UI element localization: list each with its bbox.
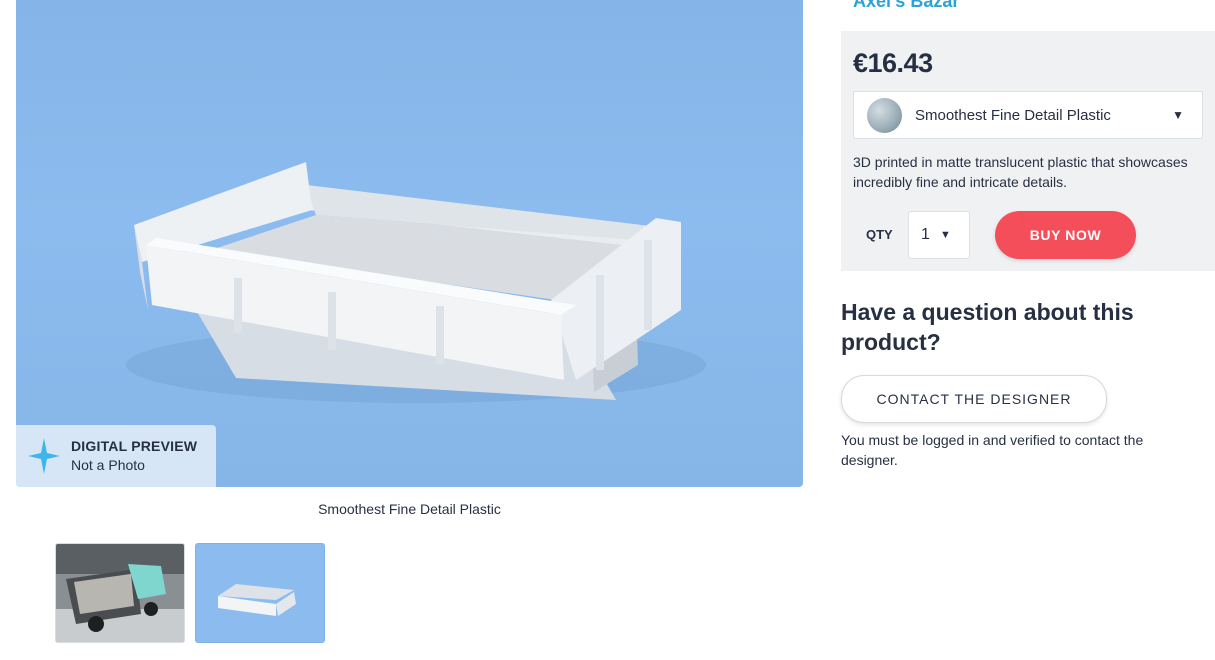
- sparkle-icon: [28, 438, 60, 474]
- price: €16.43: [853, 48, 933, 78]
- preview-badge-subtitle: Not a Photo: [71, 457, 145, 473]
- material-label: Smoothest Fine Detail Plastic: [915, 107, 1111, 124]
- digital-preview-badge: DIGITAL PREVIEW Not a Photo: [16, 425, 216, 487]
- contact-note: You must be logged in and verified to co…: [841, 432, 1144, 468]
- material-swatch-icon: [867, 98, 902, 133]
- truck-bed-render: [126, 162, 706, 403]
- contact-designer-button[interactable]: CONTACT THE DESIGNER: [841, 375, 1107, 423]
- truck-bed-thumbnail: [196, 544, 324, 642]
- dump-truck-photo: [56, 544, 184, 642]
- buy-now-button[interactable]: BUY NOW: [995, 211, 1136, 259]
- chevron-down-icon: ▼: [940, 229, 951, 241]
- question-heading: Have a question about this product?: [841, 299, 1134, 355]
- thumbnail-render[interactable]: [195, 543, 325, 643]
- material-dropdown[interactable]: Smoothest Fine Detail Plastic ▼: [853, 91, 1203, 139]
- purchase-panel: €16.43 Smoothest Fine Detail Plastic ▼ 3…: [841, 31, 1215, 271]
- material-description: 3D printed in matte translucent plastic …: [853, 154, 1188, 190]
- preview-badge-title: DIGITAL PREVIEW: [71, 438, 198, 454]
- shop-name-link[interactable]: Axel's Bazar: [853, 0, 959, 12]
- image-caption: Smoothest Fine Detail Plastic: [318, 501, 501, 517]
- qty-label: QTY: [866, 227, 893, 242]
- quantity-dropdown[interactable]: 1 ▼: [908, 211, 970, 259]
- quantity-value: 1: [921, 226, 930, 243]
- product-main-image[interactable]: DIGITAL PREVIEW Not a Photo: [16, 0, 803, 487]
- chevron-down-icon: ▼: [1172, 108, 1184, 122]
- thumbnail-photo[interactable]: [55, 543, 185, 643]
